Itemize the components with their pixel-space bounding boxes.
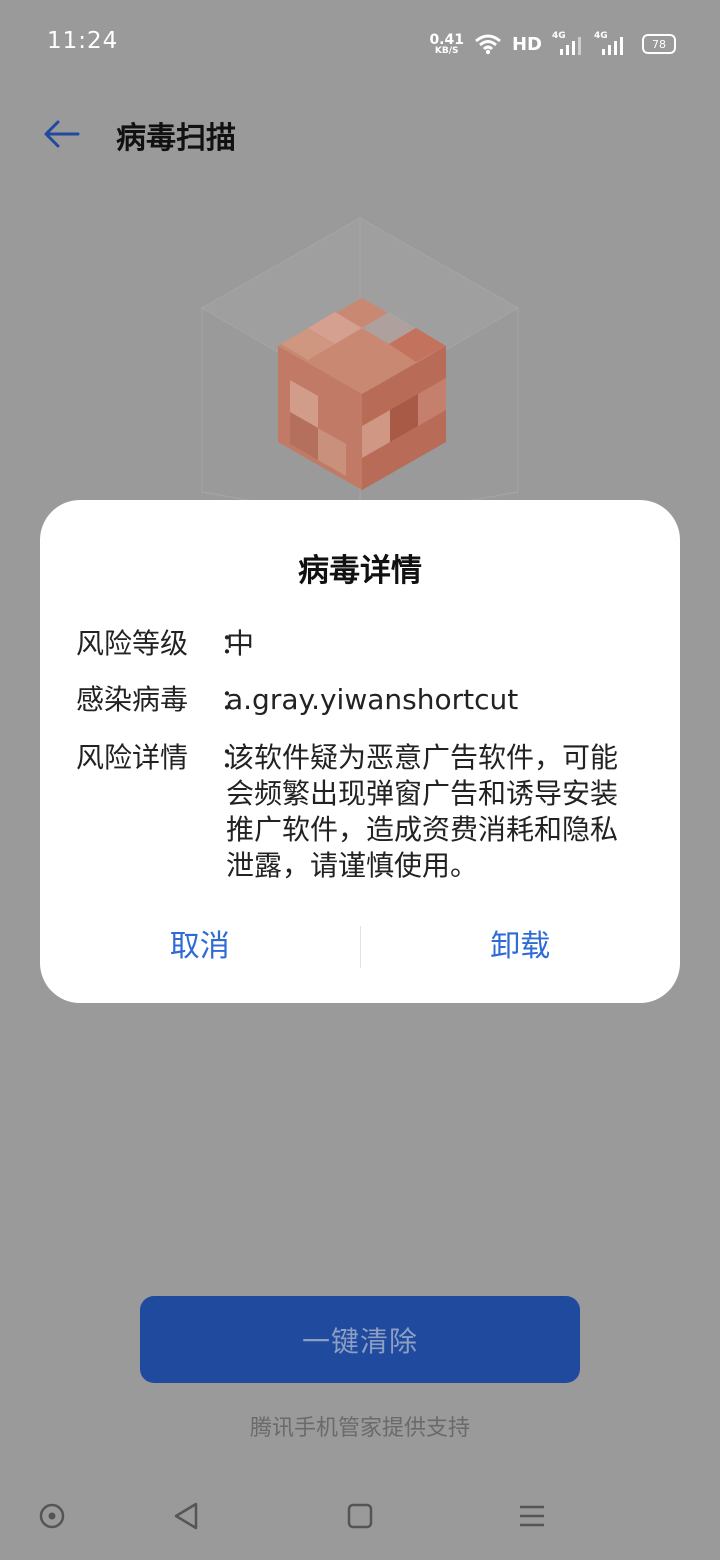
provider-text: 腾讯手机管家提供支持 [249,1416,470,1441]
page-title: 病毒扫描 [116,121,236,156]
risk-detail-row: 风险详情 ： 该软件疑为恶意广告软件，可能会频繁出现弹窗广告和诱导安装推广软件，… [76,740,624,884]
infected-separator: ： [220,683,249,716]
net-speed: 0.41 KB/S [429,33,464,56]
back-triangle-icon[interactable] [170,1500,202,1532]
cancel-button[interactable]: 取消 [40,922,360,972]
assistant-circle-icon[interactable] [36,1500,68,1532]
risk-level-separator: ： [220,627,249,660]
risk-level-label: 风险等级 [76,627,189,660]
status-icons: 0.41 KB/S HD 4G 4G 78 [429,26,676,62]
one-click-clean-button[interactable]: 一键清除 [140,1296,580,1383]
recents-menu-icon[interactable] [516,1500,548,1532]
net-speed-unit: KB/S [434,45,459,56]
system-nav-bar [0,1480,720,1560]
home-square-icon[interactable] [344,1500,376,1532]
battery-icon: 78 [642,34,676,54]
status-time: 11:24 [47,28,119,54]
signal-2-tag: 4G [594,31,608,41]
risk-detail-separator: ： [220,741,249,774]
signal-2-icon: 4G [594,31,626,57]
status-bar: 11:24 0.41 KB/S HD 4G 4G 78 [0,0,720,88]
risk-level-row: 风险等级 ： 中 [76,626,254,662]
battery-level: 78 [652,37,666,51]
risk-detail-value: 该软件疑为恶意广告软件，可能会频繁出现弹窗广告和诱导安装推广软件，造成资费消耗和… [226,741,619,882]
uninstall-button[interactable]: 卸载 [361,922,681,972]
virus-detail-dialog: 病毒详情 风险等级 ： 中 感染病毒 ： a.gray.yiwanshortcu… [40,500,680,1003]
signal-1-tag: 4G [552,31,566,41]
virus-cube-illustration [201,217,519,520]
back-arrow-icon[interactable] [38,112,86,156]
signal-1-icon: 4G [552,31,584,57]
dialog-actions: 取消 卸载 [40,922,680,972]
hd-label: HD [511,33,542,55]
wifi-icon [475,34,501,55]
infected-label: 感染病毒 [76,683,189,716]
infected-value: a.gray.yiwanshortcut [226,683,519,716]
net-speed-value: 0.41 [429,31,464,48]
dialog-title: 病毒详情 [298,553,422,589]
risk-detail-label: 风险详情 [76,741,189,774]
infected-virus-row: 感染病毒 ： a.gray.yiwanshortcut [76,682,518,718]
